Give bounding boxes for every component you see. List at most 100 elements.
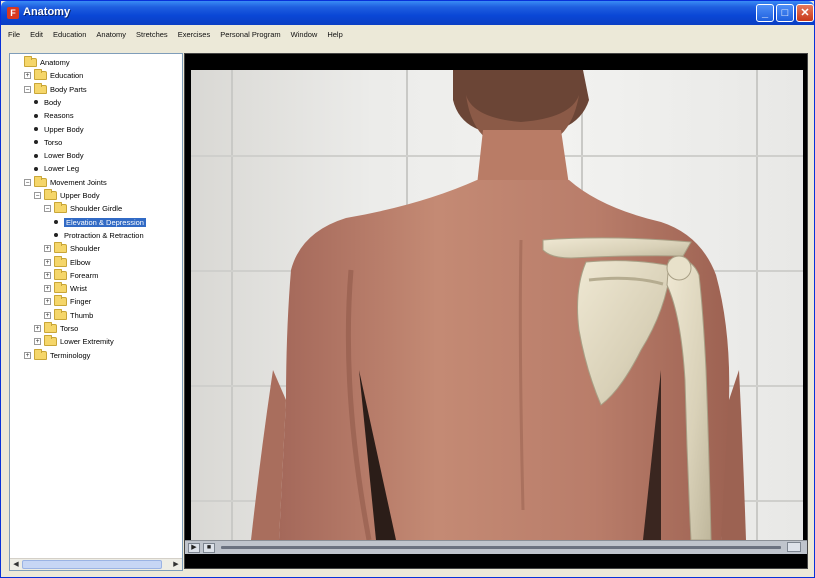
tree-node[interactable]: Anatomy: [14, 56, 70, 69]
expand-icon[interactable]: +: [24, 72, 31, 80]
tree-node-label[interactable]: Protraction & Retraction: [64, 231, 144, 240]
tree-node-label[interactable]: Torso: [60, 324, 78, 333]
tree-node[interactable]: − Body Parts: [24, 82, 87, 96]
scroll-left-icon[interactable]: ◀: [11, 560, 21, 569]
tree-node[interactable]: Torso: [34, 136, 62, 149]
collapse-icon[interactable]: −: [34, 192, 41, 199]
expand-icon[interactable]: +: [24, 351, 31, 359]
tree-node-label[interactable]: Forearm: [70, 271, 98, 280]
close-button[interactable]: ✕: [796, 4, 814, 22]
tree-node-label[interactable]: Shoulder Girdle: [70, 204, 122, 213]
volume-icon[interactable]: [787, 542, 801, 552]
expand-icon[interactable]: +: [44, 285, 51, 293]
torso: [251, 180, 746, 540]
tree-node-label[interactable]: Movement Joints: [50, 178, 107, 187]
menu-education[interactable]: Education: [53, 30, 86, 39]
tree-node[interactable]: + Torso: [34, 322, 78, 335]
play-button[interactable]: ▶: [188, 542, 200, 553]
tree-horizontal-scrollbar[interactable]: ◀ ▶: [10, 558, 182, 570]
expand-icon[interactable]: +: [44, 311, 51, 319]
tree-node[interactable]: + Thumb: [44, 308, 93, 322]
collapse-icon[interactable]: −: [24, 85, 31, 93]
expand-icon[interactable]: +: [44, 298, 51, 306]
collapse-icon[interactable]: −: [44, 205, 51, 213]
bullet-icon: [34, 166, 38, 171]
tree-node-label[interactable]: Reasons: [44, 111, 74, 120]
folder-icon: [34, 69, 47, 81]
collapse-icon[interactable]: −: [24, 178, 31, 186]
tree-node[interactable]: Reasons: [34, 109, 74, 122]
scroll-right-icon[interactable]: ▶: [171, 560, 181, 569]
tree-node-label[interactable]: Lower Extremity: [60, 337, 114, 346]
menu-file[interactable]: File: [8, 30, 20, 39]
menu-edit[interactable]: Edit: [30, 30, 43, 39]
tree-node-label[interactable]: Thumb: [70, 311, 93, 320]
tree-node[interactable]: + Wrist: [44, 282, 87, 295]
folder-icon: [44, 335, 57, 347]
menu-help[interactable]: Help: [327, 30, 342, 39]
tree-node[interactable]: Protraction & Retraction: [54, 229, 144, 242]
folder-icon: [44, 322, 57, 333]
tree-node-label[interactable]: Elevation & Depression: [64, 217, 146, 227]
tree-node-label[interactable]: Elbow: [70, 258, 90, 267]
tree-node[interactable]: Body: [34, 96, 61, 109]
tree-node[interactable]: + Finger: [44, 295, 91, 308]
tree-node-label[interactable]: Terminology: [50, 351, 90, 360]
playback-controls: ▶ ■: [185, 540, 807, 554]
tree-node[interactable]: − Upper Body: [34, 189, 100, 202]
tree-node[interactable]: − Shoulder Girdle: [44, 202, 122, 215]
video-player[interactable]: ▶ ■: [184, 53, 808, 569]
tree-node[interactable]: + Forearm: [44, 268, 98, 282]
tree-node-label[interactable]: Wrist: [70, 284, 87, 293]
folder-icon: [54, 295, 67, 307]
anatomy-illustration: [251, 70, 746, 540]
folder-icon: [44, 189, 57, 200]
folder-icon: [34, 175, 47, 187]
menu-anatomy[interactable]: Anatomy: [96, 30, 126, 39]
video-frame: [191, 70, 803, 540]
expand-icon[interactable]: +: [44, 245, 51, 253]
expand-icon[interactable]: +: [34, 338, 41, 346]
tree-node-label[interactable]: Upper Body: [60, 191, 100, 200]
expand-icon[interactable]: +: [34, 325, 41, 332]
bullet-icon: [54, 233, 58, 238]
stop-button[interactable]: ■: [203, 542, 215, 553]
tree-node-label[interactable]: Lower Leg: [44, 164, 79, 173]
folder-icon: [34, 348, 47, 360]
window-title: Anatomy: [23, 6, 71, 18]
tree-node[interactable]: + Shoulder: [44, 242, 100, 255]
tree-node-label[interactable]: Lower Body: [44, 151, 84, 160]
seek-bar[interactable]: [221, 546, 781, 549]
tree-node-label[interactable]: Finger: [70, 297, 91, 306]
minimize-button[interactable]: _: [756, 4, 774, 22]
tree-node[interactable]: Elevation & Depression: [54, 216, 146, 229]
anatomy-tree[interactable]: Anatomy + Education − Body Parts Body Reasons U…: [9, 53, 183, 571]
menu-stretches[interactable]: Stretches: [136, 30, 168, 39]
tree-node[interactable]: − Movement Joints: [24, 175, 107, 189]
bullet-icon: [34, 140, 38, 145]
scroll-thumb[interactable]: [22, 560, 162, 569]
expand-icon[interactable]: +: [44, 258, 51, 266]
tree-node-label[interactable]: Shoulder: [70, 244, 100, 253]
tree-node[interactable]: Upper Body: [34, 123, 84, 136]
tree-node-label[interactable]: Torso: [44, 138, 62, 147]
tree-node[interactable]: Lower Leg: [34, 162, 79, 175]
title-bar[interactable]: F Anatomy _ □ ✕: [1, 1, 814, 25]
tree-node[interactable]: + Terminology: [24, 348, 90, 362]
folder-icon: [54, 242, 67, 254]
expand-icon[interactable]: +: [44, 271, 51, 279]
maximize-button[interactable]: □: [776, 4, 794, 22]
tree-node-label[interactable]: Body Parts: [50, 85, 87, 94]
menu-exercises[interactable]: Exercises: [178, 30, 211, 39]
tree-node[interactable]: Lower Body: [34, 149, 84, 162]
tree-node-label[interactable]: Education: [50, 71, 83, 80]
tree-node[interactable]: + Education: [24, 69, 83, 82]
tree-node-label[interactable]: Body: [44, 98, 61, 107]
tree-node[interactable]: + Lower Extremity: [34, 335, 114, 348]
menu-personal-program[interactable]: Personal Program: [220, 30, 280, 39]
tree-node[interactable]: + Elbow: [44, 255, 90, 269]
folder-icon: [54, 282, 67, 294]
menu-window[interactable]: Window: [291, 30, 318, 39]
tree-node-label[interactable]: Upper Body: [44, 125, 84, 134]
tree-node-label[interactable]: Anatomy: [40, 58, 70, 67]
